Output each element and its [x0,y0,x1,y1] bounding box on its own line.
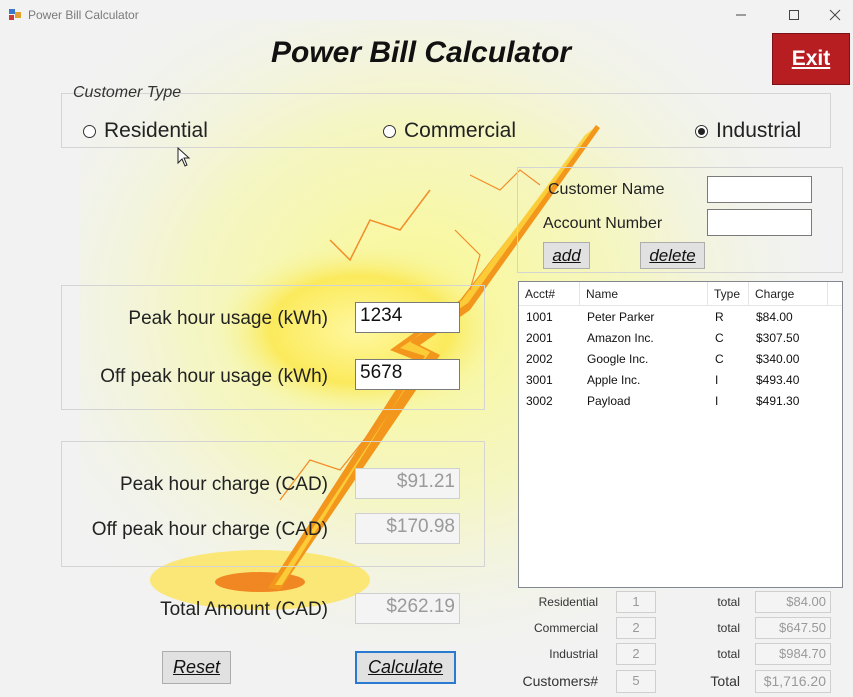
close-button[interactable] [816,0,853,30]
reset-button-label: Reset [172,657,221,677]
summary-commercial-total-label: total [717,621,740,635]
list-item-charge: $340.00 [756,352,800,366]
list-item-charge: $491.30 [756,394,800,408]
list-item-name: Google Inc. [587,352,649,366]
maximize-button[interactable] [771,0,817,30]
radio-commercial-circle [383,124,396,138]
exit-button-label: Exit [791,47,831,70]
summary-residential-count: 1 [616,591,656,613]
peak-usage-label: Peak hour usage (kWh) [128,308,328,329]
charges-group [61,441,485,567]
radio-industrial-label: Industrial [716,119,802,142]
list-item-charge: $307.50 [756,331,800,345]
list-item[interactable]: 2001 Amazon Inc. C $307.50 [519,328,842,349]
summary-residential-label: Residential [538,595,598,609]
list-item-type: I [715,373,719,387]
column-header-type[interactable]: Type [708,282,749,306]
list-item-name: Payload [587,394,631,408]
mouse-pointer-icon [177,147,191,167]
summary-industrial-total-label: total [717,647,740,661]
summary-industrial-total: $984.70 [755,643,831,665]
list-item[interactable]: 3002 Payload I $491.30 [519,391,842,412]
radio-industrial-circle [695,124,708,138]
radio-industrial[interactable]: Industrial [695,119,801,143]
list-item-type: C [715,352,724,366]
title-bar: Power Bill Calculator [0,0,853,30]
radio-residential[interactable]: Residential [83,119,208,143]
account-number-field[interactable] [707,209,812,236]
list-item-type: C [715,331,724,345]
summary-grand-total-label: Total [710,673,740,689]
summary-industrial-label: Industrial [549,647,598,661]
maximize-icon [789,10,799,20]
radio-commercial-label: Commercial [404,119,517,142]
total-amount-output: $262.19 [355,593,460,624]
column-header-acct[interactable]: Acct# [519,282,580,306]
peak-usage-input[interactable]: 1234 [355,302,460,333]
offpeak-charge-output: $170.98 [355,513,460,544]
radio-residential-circle [83,124,96,138]
minimize-button[interactable] [718,0,764,30]
page-title: Power Bill Calculator [271,36,572,69]
summary-customers-count: 5 [616,670,656,693]
minimize-icon [736,14,746,16]
customer-type-legend: Customer Type [73,84,182,101]
summary-customers-label: Customers# [522,673,598,689]
list-item-name: Amazon Inc. [587,331,654,345]
summary-industrial-count: 2 [616,643,656,665]
offpeak-usage-input[interactable]: 5678 [355,359,460,390]
list-item[interactable]: 2002 Google Inc. C $340.00 [519,349,842,370]
list-item-acct: 2001 [526,331,553,345]
column-header-name[interactable]: Name [580,282,708,306]
offpeak-usage-label: Off peak hour usage (kWh) [100,366,328,387]
add-customer-button[interactable]: add [543,242,590,269]
add-button-label: add [552,245,581,265]
customer-name-field[interactable] [707,176,812,203]
radio-commercial[interactable]: Commercial [383,119,516,143]
total-amount-label: Total Amount (CAD) [160,599,328,620]
customer-list[interactable]: Acct# Name Type Charge 1001 Peter Parker… [518,281,843,588]
window-title: Power Bill Calculator [28,8,139,22]
app-window: Power Bill Calculator Power Bill Calcula… [0,0,853,697]
calculate-button[interactable]: Calculate [355,651,456,684]
summary-residential-total-label: total [717,595,740,609]
exit-button[interactable]: Exit [772,33,850,85]
account-number-label: Account Number [543,215,663,232]
summary-grand-total: $1,716.20 [755,670,831,693]
list-item-charge: $493.40 [756,373,800,387]
customer-name-label: Customer Name [548,181,665,198]
reset-button[interactable]: Reset [162,651,231,684]
delete-button-label: delete [649,245,696,265]
list-item[interactable]: 3001 Apple Inc. I $493.40 [519,370,842,391]
list-item[interactable]: 1001 Peter Parker R $84.00 [519,307,842,328]
list-item-name: Apple Inc. [587,373,641,387]
list-item-charge: $84.00 [756,310,793,324]
delete-customer-button[interactable]: delete [640,242,705,269]
customer-list-header: Acct# Name Type Charge [519,282,842,306]
close-icon [829,9,840,21]
peak-charge-output: $91.21 [355,468,460,499]
radio-residential-label: Residential [104,119,208,142]
power-bill-app-icon [9,9,21,20]
summary-commercial-total: $647.50 [755,617,831,639]
list-item-type: R [715,310,724,324]
summary-commercial-count: 2 [616,617,656,639]
list-item-acct: 3001 [526,373,553,387]
summary-commercial-label: Commercial [533,621,598,635]
column-header-charge[interactable]: Charge [749,282,828,306]
list-item-type: I [715,394,719,408]
list-item-acct: 1001 [526,310,553,324]
calculate-button-label: Calculate [367,657,444,677]
list-item-acct: 3002 [526,394,553,408]
summary-residential-total: $84.00 [755,591,831,613]
peak-charge-label: Peak hour charge (CAD) [119,474,328,495]
list-item-acct: 2002 [526,352,553,366]
list-item-name: Peter Parker [587,310,655,324]
offpeak-charge-label: Off peak hour charge (CAD) [91,519,328,540]
